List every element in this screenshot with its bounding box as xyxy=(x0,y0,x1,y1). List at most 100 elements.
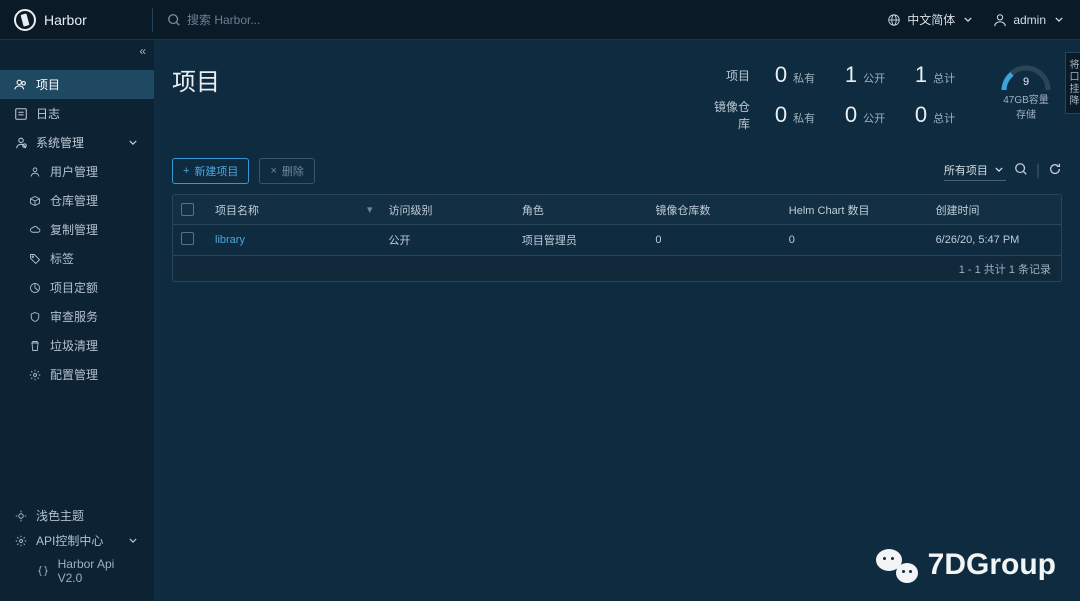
sidebar-item-gear[interactable]: 配置管理 xyxy=(0,360,154,389)
search[interactable] xyxy=(167,13,887,27)
sidebar-item-admin[interactable]: 系统管理 xyxy=(0,128,154,157)
stat-value: 0 xyxy=(775,102,787,128)
page-header: 项目 项目 0私有 1公开 1总计 镜像仓库 0私有 0公开 0总计 9 xyxy=(172,62,1062,132)
logo[interactable]: Harbor xyxy=(14,9,138,31)
sun-icon xyxy=(14,509,28,523)
sidebar: « 项目 日志 系统管理 用户管理仓库管理复制管理标签项目定额审查服务垃圾清理配… xyxy=(0,40,154,601)
sidebar-item-projects[interactable]: 项目 xyxy=(0,70,154,99)
cell-charts: 0 xyxy=(781,234,928,246)
topbar: Harbor 中文简体 admin xyxy=(0,0,1080,40)
sidebar-item-label: 项目定额 xyxy=(50,279,98,296)
new-project-button[interactable]: + 新建项目 xyxy=(172,158,249,184)
gear-icon xyxy=(28,368,42,382)
sidebar-item-label: 浅色主题 xyxy=(36,507,84,524)
table-header: 项目名称 ▾ 访问级别 角色 镜像仓库数 Helm Chart 数目 创建时间 xyxy=(173,195,1061,225)
gear-icon xyxy=(14,534,28,548)
stat-value: 0 xyxy=(845,102,857,128)
users-icon xyxy=(28,165,42,179)
harbor-logo-icon xyxy=(14,9,36,31)
braces-icon xyxy=(36,564,50,578)
sidebar-item-cube[interactable]: 仓库管理 xyxy=(0,186,154,215)
pagination-text: 1 - 1 共计 1 条记录 xyxy=(959,261,1051,277)
list-icon xyxy=(14,107,28,121)
search-icon xyxy=(167,13,181,27)
collapse-sidebar-icon[interactable]: « xyxy=(139,44,146,58)
quota-icon xyxy=(28,281,42,295)
stat-value: 0 xyxy=(915,102,927,128)
chevron-down-icon xyxy=(126,136,140,150)
stat-tag: 公开 xyxy=(863,110,885,126)
stats: 项目 0私有 1公开 1总计 镜像仓库 0私有 0公开 0总计 9 47GB容量… xyxy=(710,62,1062,132)
sidebar-api-child[interactable]: Harbor Api V2.0 xyxy=(14,553,140,589)
th-created[interactable]: 创建时间 xyxy=(936,202,980,218)
gauge-storage: 存储 xyxy=(1016,109,1036,122)
search-button-icon[interactable] xyxy=(1014,162,1028,181)
sidebar-item-label: 审查服务 xyxy=(50,308,98,325)
project-link[interactable]: library xyxy=(215,234,245,246)
storage-gauge: 9 47GB容量 存储 xyxy=(990,62,1062,122)
th-repos[interactable]: 镜像仓库数 xyxy=(655,202,710,218)
sidebar-theme[interactable]: 浅色主题 xyxy=(14,503,140,528)
main-content: 将口挂降 项目 项目 0私有 1公开 1总计 镜像仓库 0私有 0公开 0总计 xyxy=(154,40,1080,601)
sidebar-item-trash[interactable]: 垃圾清理 xyxy=(0,331,154,360)
button-label: 新建项目 xyxy=(194,163,238,179)
th-charts[interactable]: Helm Chart 数目 xyxy=(789,202,870,218)
trash-icon xyxy=(28,339,42,353)
search-input[interactable] xyxy=(187,13,407,27)
side-tab-button[interactable]: 将口挂降 xyxy=(1065,52,1080,114)
language-label: 中文简体 xyxy=(907,11,955,28)
project-filter-select[interactable]: 所有项目 xyxy=(944,162,1006,181)
user-icon xyxy=(993,13,1007,27)
row-checkbox[interactable] xyxy=(181,232,194,245)
sidebar-item-label: 复制管理 xyxy=(50,221,98,238)
stat-tag: 私有 xyxy=(793,110,815,126)
stat-tag: 私有 xyxy=(793,70,815,86)
stat-value: 1 xyxy=(915,62,927,88)
stat-value: 1 xyxy=(845,62,857,88)
language-selector[interactable]: 中文简体 xyxy=(887,11,975,28)
sidebar-item-quota[interactable]: 项目定额 xyxy=(0,273,154,302)
nav: 项目 日志 系统管理 用户管理仓库管理复制管理标签项目定额审查服务垃圾清理配置管… xyxy=(0,70,154,495)
sidebar-item-tag[interactable]: 标签 xyxy=(0,244,154,273)
stat-value: 0 xyxy=(775,62,787,88)
chevron-down-icon xyxy=(961,13,975,27)
sidebar-item-label: 标签 xyxy=(50,250,74,267)
stat-tag: 总计 xyxy=(933,70,955,86)
th-name[interactable]: 项目名称 xyxy=(215,202,259,218)
table-row[interactable]: library 公开 项目管理员 0 0 6/26/20, 5:47 PM xyxy=(173,225,1061,255)
th-role[interactable]: 角色 xyxy=(522,202,544,218)
chevron-down-icon xyxy=(992,163,1006,177)
cell-repos: 0 xyxy=(647,234,780,246)
sidebar-item-label: 项目 xyxy=(36,76,60,93)
topbar-right: 中文简体 admin xyxy=(887,11,1066,28)
sidebar-api[interactable]: API控制中心 xyxy=(14,528,140,553)
sidebar-item-logs[interactable]: 日志 xyxy=(0,99,154,128)
divider xyxy=(152,8,153,32)
select-all-checkbox[interactable] xyxy=(181,203,194,216)
sidebar-item-users[interactable]: 用户管理 xyxy=(0,157,154,186)
sidebar-item-label: API控制中心 xyxy=(36,532,103,549)
sidebar-item-label: 用户管理 xyxy=(50,163,98,180)
sidebar-item-label: 日志 xyxy=(36,105,60,122)
sidebar-item-label: Harbor Api V2.0 xyxy=(58,557,140,585)
sidebar-item-label: 配置管理 xyxy=(50,366,98,383)
user-menu[interactable]: admin xyxy=(993,13,1066,27)
filter-label: 所有项目 xyxy=(944,162,988,178)
button-label: 删除 xyxy=(282,163,304,179)
table-footer: 1 - 1 共计 1 条记录 xyxy=(173,255,1061,281)
sidebar-item-shield[interactable]: 审查服务 xyxy=(0,302,154,331)
sidebar-item-label: 仓库管理 xyxy=(50,192,98,209)
projects-table: 项目名称 ▾ 访问级别 角色 镜像仓库数 Helm Chart 数目 创建时间 l… xyxy=(172,194,1062,282)
delete-button[interactable]: × 删除 xyxy=(259,158,314,184)
x-icon: × xyxy=(270,165,276,177)
sidebar-item-cloud[interactable]: 复制管理 xyxy=(0,215,154,244)
stat-tag: 公开 xyxy=(863,70,885,86)
cell-created: 6/26/20, 5:47 PM xyxy=(928,234,1061,246)
filter-icon[interactable]: ▾ xyxy=(367,203,373,216)
gauge-capacity: 47GB容量 xyxy=(1003,94,1049,107)
gauge-value: 9 xyxy=(998,76,1054,88)
page-title: 项目 xyxy=(172,62,220,97)
th-access[interactable]: 访问级别 xyxy=(388,202,432,218)
refresh-icon[interactable] xyxy=(1048,162,1062,181)
stat-row-label: 项目 xyxy=(710,67,760,84)
